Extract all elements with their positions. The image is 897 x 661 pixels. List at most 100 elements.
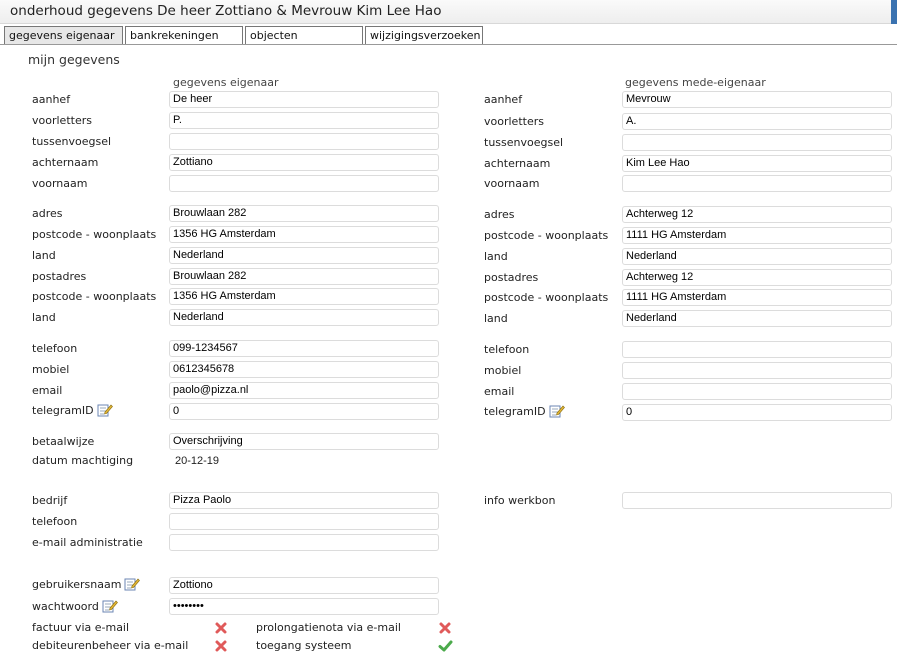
owner-adres-label: adres (32, 207, 63, 220)
cross-icon[interactable] (214, 639, 228, 656)
coowner-telegram-field[interactable]: 0 (622, 404, 892, 421)
owner-postadres-label: postadres (32, 270, 87, 283)
coowner-voorletters-label: voorletters (484, 115, 544, 128)
owner-email-field[interactable]: paolo@pizza.nl (169, 382, 439, 399)
owner-bedrijf-label: bedrijf (32, 494, 68, 507)
owner-telegram-label-row: telegramID (32, 403, 113, 420)
coowner-achternaam-label: achternaam (484, 157, 551, 170)
coowner-tussenvoegsel-field[interactable] (622, 134, 892, 151)
coowner-email-label: email (484, 385, 515, 398)
coowner-achternaam-field[interactable]: Kim Lee Hao (622, 155, 892, 172)
owner-bedrijf-field[interactable]: Pizza Paolo (169, 492, 439, 509)
coowner-land-field[interactable]: Nederland (622, 248, 892, 265)
page-title: onderhoud gegevens De heer Zottiano & Me… (10, 3, 442, 19)
owner-telegram-label: telegramID (32, 404, 94, 417)
section-title: mijn gegevens (28, 52, 120, 67)
coowner-voornaam-label: voornaam (484, 177, 540, 190)
pref-factuur-label: factuur via e-mail (32, 621, 130, 634)
owner-tussenvoegsel-label: tussenvoegsel (32, 135, 112, 148)
tab-bankrekeningen[interactable]: bankrekeningen (125, 26, 243, 45)
coowner-mobiel-field[interactable] (622, 362, 892, 379)
coowner-postcode-field[interactable]: 1111 HG Amsterdam (622, 227, 892, 244)
owner-telefoon-bedrijf-field[interactable] (169, 513, 439, 530)
owner-telefoon-label: telefoon (32, 342, 78, 355)
coowner-info-werkbon-label: info werkbon (484, 494, 556, 507)
owner-postcode2-field[interactable]: 1356 HG Amsterdam (169, 288, 439, 305)
owner-betaalwijze-label: betaalwijze (32, 435, 95, 448)
cross-icon[interactable] (214, 621, 228, 638)
owner-datum-machtiging-label: datum machtiging (32, 454, 134, 467)
owner-mobiel-label: mobiel (32, 363, 70, 376)
coowner-telegram-label: telegramID (484, 405, 546, 418)
owner-land2-field[interactable]: Nederland (169, 309, 439, 326)
tab-wijzigingsverzoeken[interactable]: wijzigingsverzoeken (365, 26, 483, 45)
edit-icon[interactable] (549, 404, 565, 421)
pref-prolongatie-label: prolongatienota via e-mail (256, 621, 401, 634)
owner-postadres-field[interactable]: Brouwlaan 282 (169, 268, 439, 285)
coowner-land2-field[interactable]: Nederland (622, 310, 892, 327)
coowner-land-label: land (484, 250, 508, 263)
owner-telegram-field[interactable]: 0 (169, 403, 439, 420)
owner-land-label: land (32, 249, 56, 262)
coowner-postadres-field[interactable]: Achterweg 12 (622, 269, 892, 286)
tab-objecten[interactable]: objecten (245, 26, 363, 45)
owner-postcode-label: postcode - woonplaats (32, 228, 157, 241)
coowner-column-header: gegevens mede-eigenaar (625, 76, 766, 89)
check-icon[interactable] (438, 639, 453, 656)
owner-gebruikersnaam-field[interactable]: Zottiono (169, 577, 439, 594)
owner-voorletters-field[interactable]: P. (169, 112, 439, 129)
owner-achternaam-label: achternaam (32, 156, 99, 169)
edit-icon[interactable] (124, 577, 141, 594)
owner-wachtwoord-label-row: wachtwoord (32, 599, 118, 616)
owner-postcode-field[interactable]: 1356 HG Amsterdam (169, 226, 439, 243)
coowner-info-werkbon-field[interactable] (622, 492, 892, 509)
tab-divider (0, 44, 897, 45)
owner-aanhef-field[interactable]: De heer (169, 91, 439, 108)
owner-datum-machtiging-value: 20-12-19 (175, 455, 220, 467)
coowner-adres-label: adres (484, 208, 515, 221)
owner-column-header: gegevens eigenaar (173, 76, 279, 89)
coowner-aanhef-field[interactable]: Mevrouw (622, 91, 892, 108)
owner-achternaam-field[interactable]: Zottiano (169, 154, 439, 171)
tab-gegevens-eigenaar[interactable]: gegevens eigenaar (4, 26, 123, 45)
coowner-voorletters-field[interactable]: A. (622, 113, 892, 130)
owner-voornaam-label: voornaam (32, 177, 88, 190)
owner-voornaam-field[interactable] (169, 175, 439, 192)
coowner-postcode2-field[interactable]: 1111 HG Amsterdam (622, 289, 892, 306)
coowner-mobiel-label: mobiel (484, 364, 522, 377)
coowner-telegram-label-row: telegramID (484, 404, 565, 421)
owner-email-admin-label: e-mail administratie (32, 536, 143, 549)
owner-mobiel-field[interactable]: 0612345678 (169, 361, 439, 378)
coowner-telefoon-label: telefoon (484, 343, 530, 356)
coowner-postcode-label: postcode - woonplaats (484, 229, 609, 242)
owner-wachtwoord-field[interactable]: •••••••• (169, 598, 439, 615)
owner-land-field[interactable]: Nederland (169, 247, 439, 264)
coowner-postcode2-label: postcode - woonplaats (484, 291, 609, 304)
pref-toegang-label: toegang systeem (256, 639, 352, 652)
pref-debiteuren-label: debiteurenbeheer via e-mail (32, 639, 189, 652)
coowner-adres-field[interactable]: Achterweg 12 (622, 206, 892, 223)
coowner-postadres-label: postadres (484, 271, 539, 284)
cross-icon[interactable] (438, 621, 452, 638)
title-bar: onderhoud gegevens De heer Zottiano & Me… (0, 0, 897, 24)
owner-aanhef-label: aanhef (32, 93, 71, 106)
edit-icon[interactable] (97, 403, 113, 420)
coowner-tussenvoegsel-label: tussenvoegsel (484, 136, 564, 149)
owner-telefoon-bedrijf-label: telefoon (32, 515, 78, 528)
owner-wachtwoord-label: wachtwoord (32, 600, 99, 613)
coowner-aanhef-label: aanhef (484, 93, 523, 106)
scrollbar[interactable] (891, 0, 897, 24)
owner-email-admin-field[interactable] (169, 534, 439, 551)
owner-telefoon-field[interactable]: 099-1234567 (169, 340, 439, 357)
owner-betaalwijze-field[interactable]: Overschrijving (169, 433, 439, 450)
owner-email-label: email (32, 384, 63, 397)
coowner-email-field[interactable] (622, 383, 892, 400)
owner-postcode2-label: postcode - woonplaats (32, 290, 157, 303)
edit-icon[interactable] (102, 599, 118, 616)
coowner-telefoon-field[interactable] (622, 341, 892, 358)
owner-adres-field[interactable]: Brouwlaan 282 (169, 205, 439, 222)
owner-gebruikersnaam-label: gebruikersnaam (32, 578, 122, 591)
owner-tussenvoegsel-field[interactable] (169, 133, 439, 150)
owner-land2-label: land (32, 311, 56, 324)
coowner-voornaam-field[interactable] (622, 175, 892, 192)
